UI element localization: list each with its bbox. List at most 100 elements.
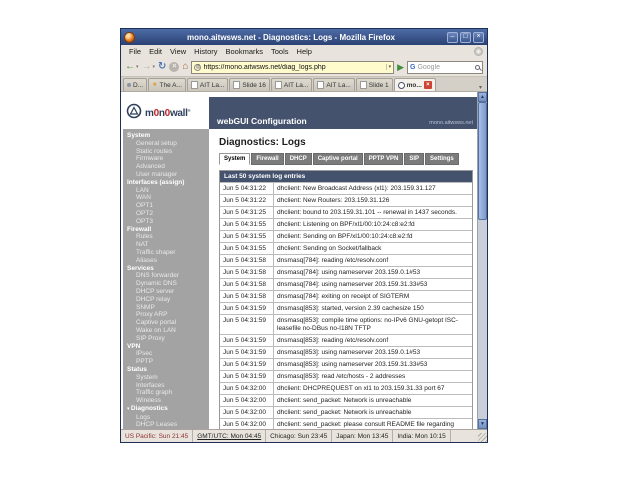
- close-button[interactable]: ×: [473, 32, 484, 43]
- resize-grip[interactable]: [478, 433, 487, 442]
- log-timestamp: Jun 5 04:31:59: [220, 303, 274, 314]
- home-button[interactable]: ⌂: [182, 62, 188, 72]
- menu-item[interactable]: History: [190, 47, 221, 56]
- menu-item[interactable]: Edit: [145, 47, 166, 56]
- browser-tab[interactable]: Slide 16: [229, 78, 270, 91]
- menu-item[interactable]: Help: [293, 47, 316, 56]
- sidebar-item[interactable]: ▾ WAN: [123, 194, 209, 202]
- browser-tab[interactable]: AIT La...: [187, 78, 228, 91]
- sidebar-item[interactable]: ▾ Traffic shaper: [123, 249, 209, 257]
- sidebar-item[interactable]: ▾ LAN: [123, 187, 209, 195]
- sidebar-item[interactable]: ▾ OPT1: [123, 202, 209, 210]
- menu-item[interactable]: Tools: [267, 47, 293, 56]
- sidebar-item[interactable]: ▾ Aliases: [123, 257, 209, 265]
- scrollbar-thumb[interactable]: [478, 102, 487, 220]
- sidebar-item[interactable]: ▾ Advanced: [123, 163, 209, 171]
- url-input[interactable]: https://mono.aitwsws.net/diag_logs.php: [203, 64, 383, 71]
- sidebar-item[interactable]: ▾ Logs: [123, 414, 209, 422]
- browser-tab[interactable]: The A...: [148, 78, 186, 91]
- sidebar-item[interactable]: ▾ User manager: [123, 171, 209, 179]
- log-category-tab[interactable]: SIP: [404, 153, 424, 165]
- page-body: ▾ System ▾ General setup ▾ Static routes…: [123, 129, 477, 429]
- sidebar-item[interactable]: ▾ Proxy ARP: [123, 311, 209, 319]
- sidebar-item[interactable]: ▾ DHCP server: [123, 288, 209, 296]
- sidebar-item[interactable]: ▾ Diagnostics: [123, 405, 209, 414]
- sidebar-item[interactable]: ▾ OPT3: [123, 218, 209, 226]
- minimize-button[interactable]: –: [447, 32, 458, 43]
- forward-button[interactable]: →: [142, 62, 152, 72]
- scroll-down-button[interactable]: ▼: [478, 419, 487, 429]
- browser-tab[interactable]: D...: [123, 78, 147, 91]
- sidebar-item[interactable]: ▾ Interfaces: [123, 382, 209, 390]
- menu-item[interactable]: View: [166, 47, 190, 56]
- log-category-tab[interactable]: Settings: [425, 153, 459, 165]
- log-category-tab[interactable]: Captive portal: [313, 153, 363, 165]
- sidebar-item[interactable]: ▾ VPN: [123, 343, 209, 351]
- log-category-tab[interactable]: DHCP: [285, 153, 312, 165]
- sidebar-item[interactable]: ▾ DHCP Leases: [123, 421, 209, 429]
- tab-bar: D... The A... AIT La... Slide: [121, 77, 487, 92]
- url-bar[interactable]: @ https://mono.aitwsws.net/diag_logs.php…: [191, 61, 394, 74]
- log-table: Last 50 system log entries Jun 5 04:31:2…: [219, 170, 473, 429]
- browser-tab[interactable]: AIT La...: [271, 78, 312, 91]
- log-message: dnsmasq[853]: reading /etc/resolv.conf: [274, 335, 472, 346]
- window-titlebar[interactable]: mono.aitwsws.net - Diagnostics: Logs - M…: [121, 29, 487, 45]
- url-history-dropdown-icon[interactable]: ▾: [386, 64, 392, 70]
- sidebar-item[interactable]: ▾ Interfaces (assign): [123, 179, 209, 187]
- tab-overflow-button[interactable]: ▾: [476, 84, 485, 91]
- search-icon[interactable]: [475, 65, 480, 70]
- status-bar: US Pacific: Sun 21:45 GMT/UTC: Mon 04:45…: [121, 429, 487, 442]
- sidebar-item[interactable]: ▾ System: [123, 374, 209, 382]
- sidebar-item[interactable]: ▾ Static routes: [123, 148, 209, 156]
- log-category-tab[interactable]: PPTP VPN: [364, 153, 404, 165]
- sidebar-item-label: OPT1: [136, 202, 153, 209]
- log-row: Jun 5 04:32:00 dhclient: send_packet: pl…: [220, 418, 472, 429]
- sidebar-item[interactable]: ▾ PPTP: [123, 358, 209, 366]
- sidebar-item[interactable]: ▾ Services: [123, 265, 209, 273]
- sidebar-item[interactable]: ▾ SNMP: [123, 304, 209, 312]
- vertical-scrollbar[interactable]: ▲ ▼: [477, 92, 487, 429]
- reload-button[interactable]: ↻: [158, 62, 166, 72]
- log-message: dnsmasq[853]: using nameserver 203.159.3…: [274, 359, 472, 370]
- sidebar-item[interactable]: ▾ NAT: [123, 241, 209, 249]
- search-input[interactable]: Google: [417, 64, 473, 71]
- browser-tab[interactable]: Slide 1: [356, 78, 393, 91]
- menu-item[interactable]: Bookmarks: [222, 47, 268, 56]
- sidebar-item[interactable]: ▾ SIP Proxy: [123, 335, 209, 343]
- sidebar-item[interactable]: ▾ Wireless: [123, 397, 209, 405]
- sidebar-item[interactable]: ▾ System: [123, 132, 209, 140]
- sidebar-item[interactable]: ▾ Rules: [123, 233, 209, 241]
- maximize-button[interactable]: □: [460, 32, 471, 43]
- browser-tab[interactable]: AIT La...: [313, 78, 354, 91]
- sidebar-item[interactable]: ▾ Dynamic DNS: [123, 280, 209, 288]
- log-category-tab[interactable]: System: [219, 153, 250, 165]
- log-row: Jun 5 04:31:59 dnsmasq[853]: compile tim…: [220, 314, 472, 334]
- go-button[interactable]: ▶: [397, 62, 404, 73]
- sidebar-item[interactable]: ▾ Wake on LAN: [123, 327, 209, 335]
- browser-tab[interactable]: mo... ×: [394, 78, 436, 91]
- sidebar-item-label: Diagnostics: [131, 405, 168, 412]
- tabs-row: D... The A... AIT La... Slide: [123, 78, 476, 91]
- scroll-up-button[interactable]: ▲: [478, 92, 487, 102]
- forward-dropdown-icon[interactable]: ▾: [153, 64, 156, 70]
- tab-close-button[interactable]: ×: [424, 81, 432, 89]
- menu-item[interactable]: File: [125, 47, 145, 56]
- webgui-hostname: mono.aitwsws.net: [429, 120, 473, 126]
- back-button[interactable]: ←: [125, 62, 135, 72]
- back-dropdown-icon[interactable]: ▾: [136, 64, 139, 70]
- sidebar-item[interactable]: ▾ DHCP relay: [123, 296, 209, 304]
- sidebar-item[interactable]: ▾ Firewall: [123, 226, 209, 234]
- sidebar-item[interactable]: ▾ Firmware: [123, 155, 209, 163]
- log-category-tab[interactable]: Firewall: [251, 153, 283, 165]
- sidebar-item[interactable]: ▾ IPsec: [123, 350, 209, 358]
- sidebar-item[interactable]: ▾ General setup: [123, 140, 209, 148]
- sidebar-item[interactable]: ▾ DNS forwarder: [123, 272, 209, 280]
- sidebar-item[interactable]: ▾ Status: [123, 366, 209, 374]
- stop-button[interactable]: ×: [169, 62, 179, 72]
- sidebar-item[interactable]: ▾ Captive portal: [123, 319, 209, 327]
- sidebar-item[interactable]: ▾ Traffic graph: [123, 389, 209, 397]
- sidebar-item-label: Aliases: [136, 257, 157, 264]
- search-box[interactable]: G Google: [407, 61, 483, 74]
- sidebar-item[interactable]: ▾ OPT2: [123, 210, 209, 218]
- webgui-title: webGUI Configuration: [217, 116, 307, 126]
